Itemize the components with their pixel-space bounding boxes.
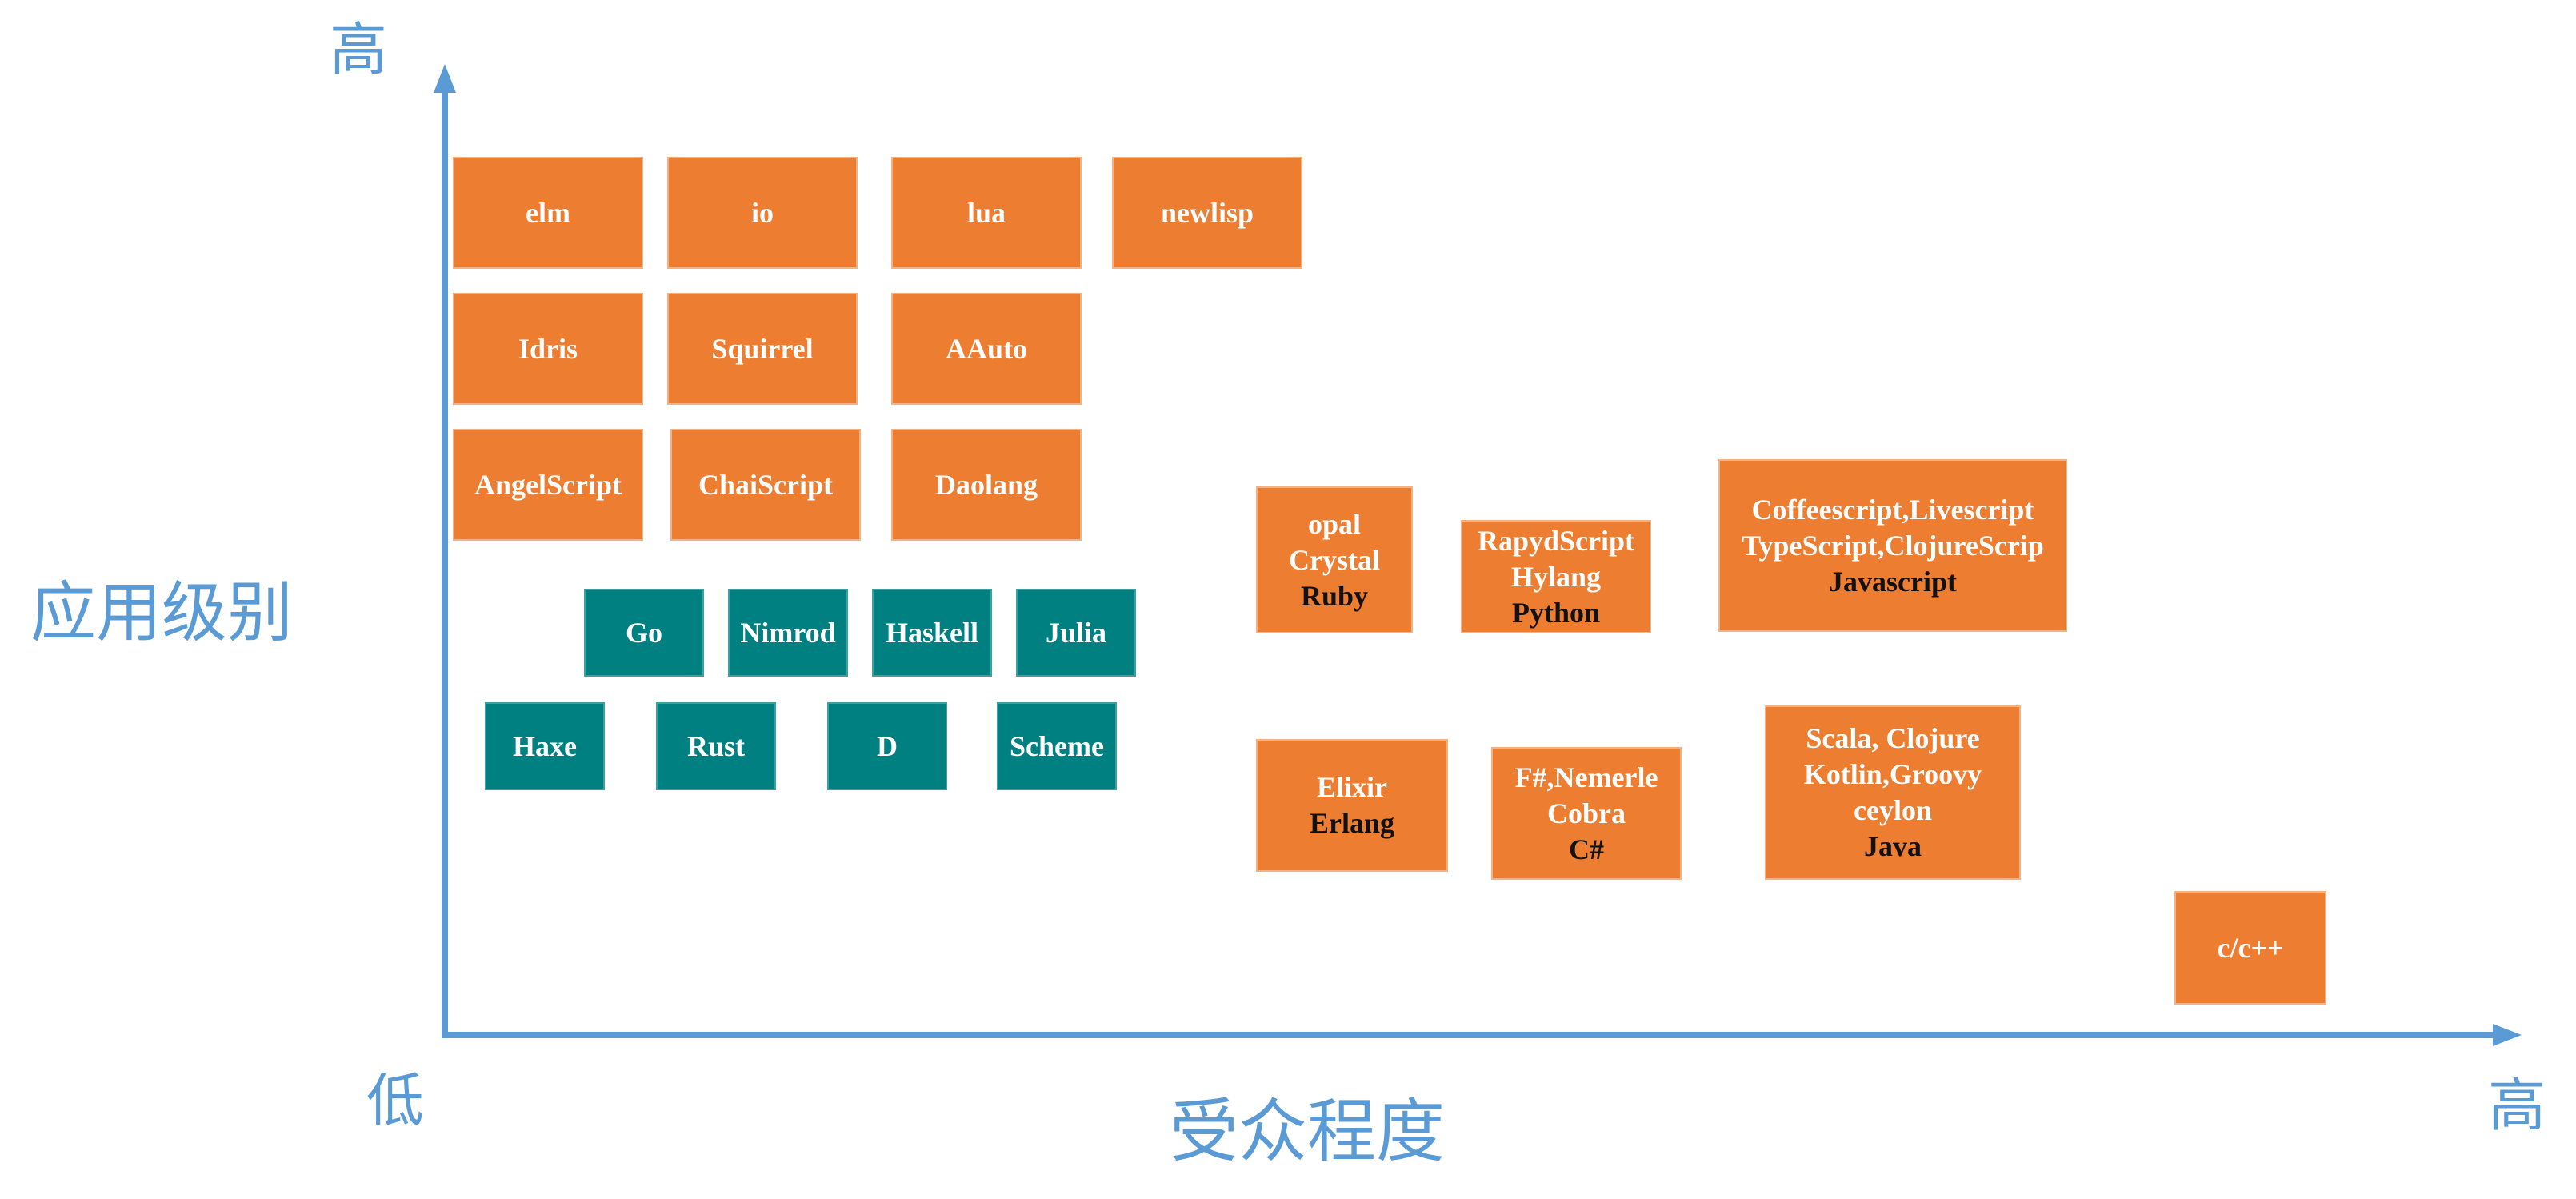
- haskell-label-1: Haskell: [885, 616, 978, 649]
- y-axis-arrow: [434, 64, 456, 93]
- ruby-label-3: Ruby: [1300, 579, 1369, 612]
- nimrod-label-1: Nimrod: [740, 616, 836, 649]
- angelscript-label-1: AngelScript: [474, 468, 622, 501]
- java-label-3: ceylon: [1854, 794, 1932, 826]
- javascript-label-1: Coffeescript,Livescript: [1751, 493, 2034, 526]
- newlisp-label-1: newlisp: [1160, 196, 1254, 229]
- x-axis-low-label: 低: [366, 1067, 425, 1134]
- javascript-label-2: TypeScript,ClojureScrip: [1742, 529, 2044, 562]
- box-chaiscript: ChaiScript: [670, 429, 861, 541]
- box-angelscript: AngelScript: [453, 429, 643, 541]
- box-csharp-family: F#,Nemerle Cobra C#: [1491, 747, 1682, 880]
- ruby-label-1: opal: [1307, 507, 1362, 540]
- python-label-3: Python: [1511, 596, 1601, 629]
- box-idris: Idris: [453, 293, 643, 405]
- ruby-label-2: Crystal: [1289, 543, 1380, 576]
- csharp-label-1: F#,Nemerle: [1514, 761, 1658, 793]
- javascript-label-3: Javascript: [1829, 565, 1957, 598]
- box-newlisp: newlisp: [1112, 157, 1302, 269]
- csharp-label-2: Cobra: [1547, 797, 1626, 829]
- daolang-label-1: Daolang: [934, 468, 1038, 501]
- box-d: D: [827, 702, 947, 790]
- aauto-label-1: AAuto: [945, 332, 1027, 365]
- box-lua: lua: [891, 157, 1082, 269]
- csharp-label-3: C#: [1569, 833, 1604, 865]
- box-java-family: Scala, Clojure Kotlin,Groovy ceylon Java: [1765, 705, 2021, 880]
- box-scheme: Scheme: [997, 702, 1117, 790]
- java-label-2: Kotlin,Groovy: [1803, 758, 1982, 790]
- box-javascript-family: Coffeescript,Livescript TypeScript,Clojur…: [1718, 459, 2067, 632]
- java-label-1: Scala, Clojure: [1806, 722, 1980, 754]
- elm-label-1: elm: [526, 196, 570, 229]
- scheme-label-1: Scheme: [1010, 729, 1104, 762]
- box-python-family: RapydScript Hylang Python: [1461, 520, 1651, 633]
- box-cpp: c/c++: [2174, 891, 2326, 1005]
- x-axis-high-label: 高: [2488, 1072, 2546, 1139]
- io-label-1: io: [750, 196, 774, 229]
- box-haxe: Haxe: [485, 702, 605, 790]
- julia-label-1: Julia: [1045, 616, 1107, 649]
- box-haskell: Haskell: [872, 589, 992, 677]
- box-squirrel: Squirrel: [667, 293, 858, 405]
- box-aauto: AAuto: [891, 293, 1082, 405]
- erlang-label-1: Elixir: [1317, 771, 1387, 803]
- cpp-label-1: c/c++: [2217, 931, 2284, 964]
- d-label-1: D: [877, 729, 898, 762]
- squirrel-label-1: Squirrel: [711, 332, 814, 365]
- box-daolang: Daolang: [891, 429, 1082, 541]
- java-label-4: Java: [1864, 830, 1922, 862]
- box-go: Go: [584, 589, 704, 677]
- erlang-label-2: Erlang: [1309, 807, 1394, 839]
- box-erlang-family: Elixir Erlang: [1256, 739, 1448, 872]
- go-label-1: Go: [625, 616, 662, 649]
- box-rust: Rust: [656, 702, 776, 790]
- idris-label-1: Idris: [518, 332, 578, 365]
- chaiscript-label-1: ChaiScript: [698, 468, 833, 501]
- box-julia: Julia: [1016, 589, 1136, 677]
- box-elm: elm: [453, 157, 643, 269]
- x-axis-title: 受众程度: [1170, 1092, 1445, 1172]
- y-axis-high-label: 高: [330, 16, 388, 83]
- haxe-label-1: Haxe: [513, 729, 577, 762]
- y-axis-title: 应用级别: [30, 575, 294, 651]
- box-io: io: [667, 157, 858, 269]
- box-nimrod: Nimrod: [728, 589, 848, 677]
- python-label-1: RapydScript: [1477, 524, 1635, 557]
- rust-label-1: Rust: [686, 729, 746, 762]
- box-ruby-family: opal Crystal Ruby: [1256, 486, 1413, 633]
- lua-label-1: lua: [966, 196, 1006, 229]
- x-axis-arrow: [2493, 1024, 2522, 1046]
- python-label-2: Hylang: [1510, 560, 1602, 593]
